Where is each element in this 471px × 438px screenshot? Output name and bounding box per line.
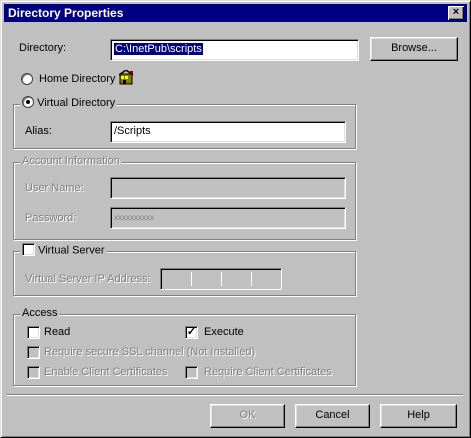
ip-separator	[221, 272, 222, 286]
access-legend: Access	[20, 307, 60, 319]
execute-checkbox[interactable]: ✓	[185, 326, 198, 339]
read-checkbox[interactable]	[27, 326, 40, 339]
read-label[interactable]: Read	[44, 326, 70, 338]
directory-value: C:\InetPub\scripts	[114, 43, 203, 55]
virtual-server-ip-label: Virtual Server IP Address:	[25, 273, 151, 285]
user-name-input[interactable]	[110, 177, 346, 199]
ip-separator	[191, 272, 192, 286]
ok-button[interactable]: OK	[210, 404, 285, 428]
home-directory-icon	[118, 69, 135, 86]
directory-input[interactable]: C:\InetPub\scripts	[110, 39, 359, 61]
ip-separator	[251, 272, 252, 286]
directory-properties-dialog: Directory Properties × Directory: C:\Ine…	[0, 0, 471, 438]
require-client-certificates-checkbox[interactable]	[185, 366, 198, 379]
directory-label: Directory:	[19, 42, 67, 54]
virtual-server-ip-input[interactable]	[160, 268, 282, 290]
window-title: Directory Properties	[8, 6, 124, 20]
account-information-legend: Account Information	[20, 155, 122, 167]
virtual-server-checkbox[interactable]	[22, 243, 35, 256]
separator	[7, 394, 463, 396]
close-button[interactable]: ×	[448, 6, 464, 20]
enable-client-certificates-label: Enable Client Certificates	[44, 366, 168, 378]
help-button[interactable]: Help	[380, 404, 457, 428]
virtual-server-legend: Virtual Server	[20, 243, 107, 257]
alias-label: Alias:	[25, 125, 52, 137]
title-bar: Directory Properties ×	[4, 4, 467, 22]
home-directory-label[interactable]: Home Directory	[39, 73, 115, 85]
require-client-certificates-label: Require Client Certificates	[204, 366, 332, 378]
user-name-label: User Name:	[25, 182, 84, 194]
close-icon: ×	[452, 6, 460, 18]
virtual-server-label[interactable]: Virtual Server	[38, 244, 104, 256]
password-input[interactable]: xxxxxxxxxx	[110, 207, 346, 229]
enable-client-certificates-checkbox[interactable]	[27, 366, 40, 379]
virtual-directory-radio[interactable]	[22, 96, 34, 109]
ssl-checkbox[interactable]	[27, 346, 40, 359]
virtual-directory-label[interactable]: Virtual Directory	[37, 97, 115, 109]
virtual-directory-legend: Virtual Directory	[20, 96, 118, 110]
alias-input[interactable]: /Scripts	[110, 121, 346, 143]
ssl-label: Require secure SSL channel (Not Installe…	[44, 346, 256, 358]
home-directory-radio[interactable]	[21, 73, 33, 85]
execute-label[interactable]: Execute	[204, 326, 244, 338]
cancel-button[interactable]: Cancel	[295, 404, 370, 428]
password-label: Password:	[25, 212, 77, 224]
browse-button[interactable]: Browse...	[370, 37, 458, 61]
